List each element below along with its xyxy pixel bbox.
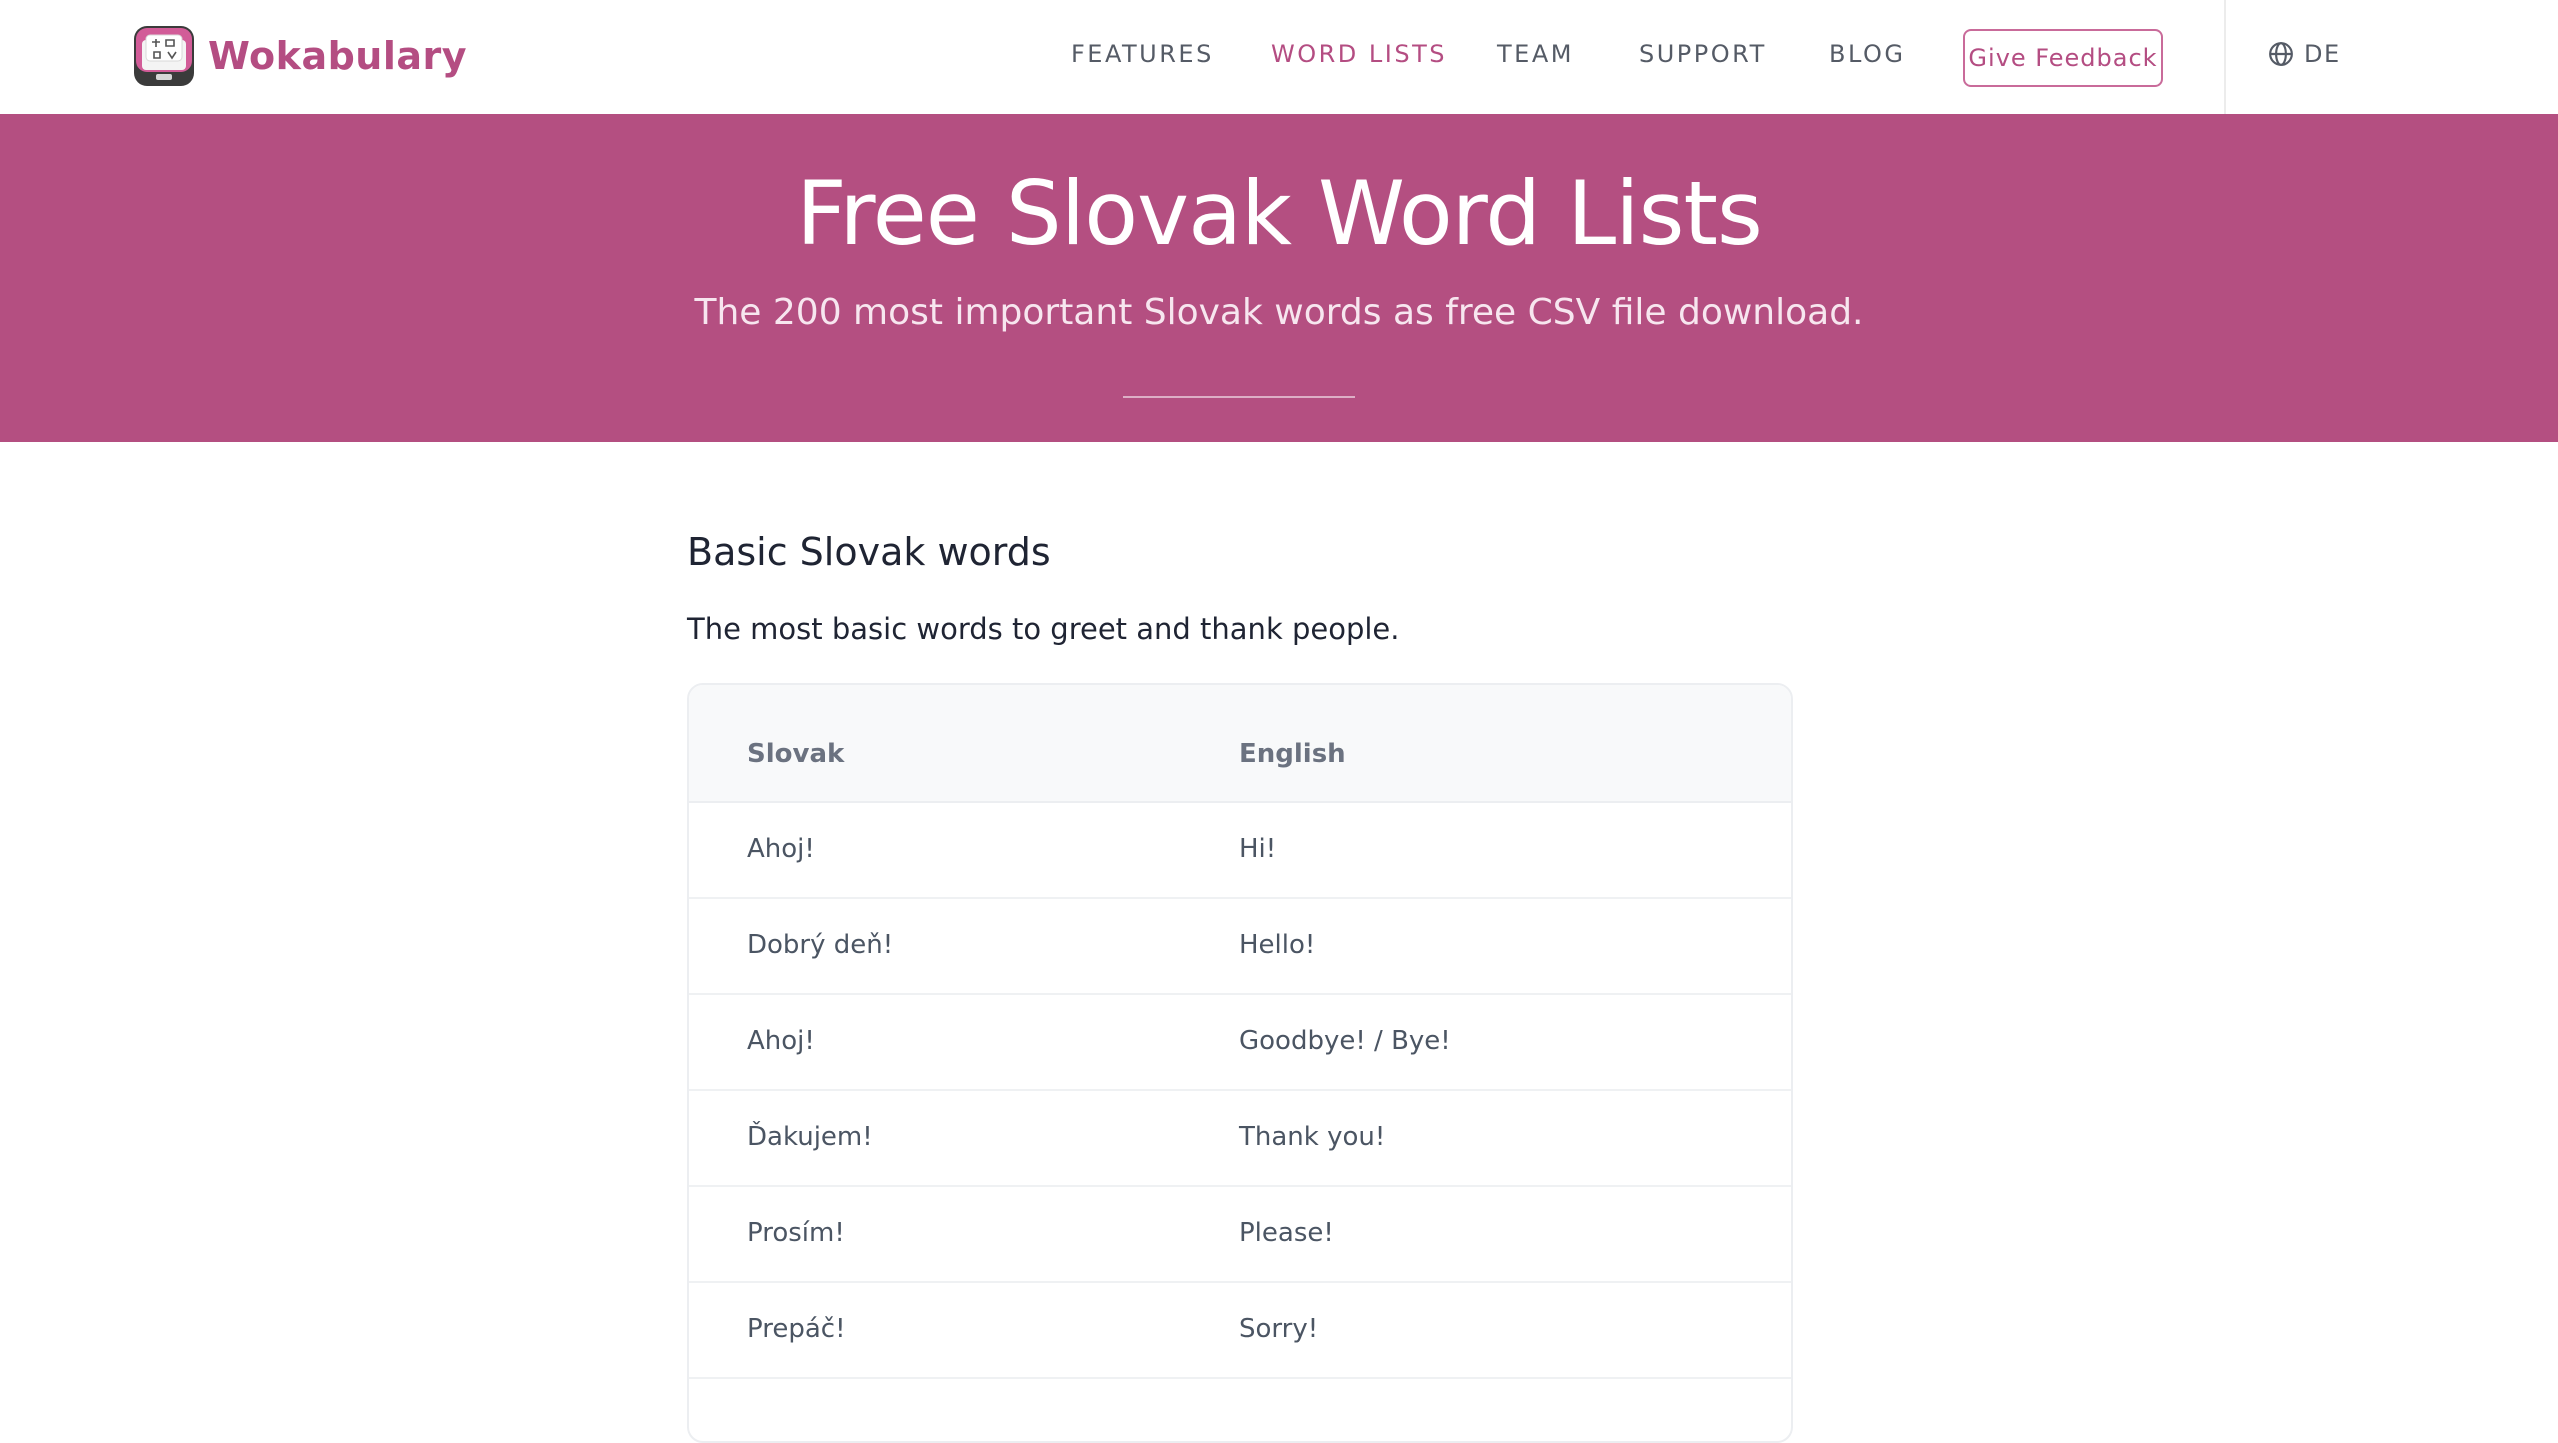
cell-english: Goodbye! / Bye!: [1239, 1026, 1451, 1056]
nav-link-team[interactable]: TEAM: [1497, 40, 1574, 68]
cell-english: Hi!: [1239, 834, 1277, 864]
cell-english: Please!: [1239, 1218, 1334, 1248]
cell-slovak: Prepáč!: [747, 1314, 846, 1344]
nav-link-support[interactable]: SUPPORT: [1639, 40, 1767, 68]
page-title: Free Slovak Word Lists: [796, 162, 1763, 265]
brand-link[interactable]: Wokabulary: [134, 26, 467, 86]
cell-english: Thank you!: [1239, 1122, 1386, 1152]
cell-slovak: Ahoj!: [747, 834, 815, 864]
table-row: Ahoj! Goodbye! / Bye!: [689, 995, 1791, 1091]
cell-english: Hello!: [1239, 930, 1316, 960]
column-header-slovak: Slovak: [747, 739, 845, 769]
section-description: The most basic words to greet and thank …: [687, 612, 1400, 646]
hero-divider: [1123, 396, 1355, 398]
cell-slovak: Dobrý deň!: [747, 930, 894, 960]
globe-icon: [2269, 42, 2293, 66]
table-row: Dobrý deň! Hello!: [689, 899, 1791, 995]
cell-english: Sorry!: [1239, 1314, 1319, 1344]
hero-banner: Free Slovak Word Lists The 200 most impo…: [0, 114, 2558, 442]
brand-name: Wokabulary: [208, 34, 468, 78]
column-header-english: English: [1239, 739, 1346, 769]
page-subtitle: The 200 most important Slovak words as f…: [694, 292, 1864, 333]
table-row: Prosím! Please!: [689, 1187, 1791, 1283]
table-row: Prepáč! Sorry!: [689, 1283, 1791, 1379]
nav-divider: [2224, 0, 2226, 114]
table-row: Ahoj! Hi!: [689, 803, 1791, 899]
language-switcher[interactable]: DE: [2268, 40, 2341, 68]
cell-slovak: Ahoj!: [747, 1026, 815, 1056]
app-logo-icon: [134, 26, 194, 86]
cell-slovak: Prosím!: [747, 1218, 845, 1248]
word-table: Slovak English Ahoj! Hi! Dobrý deň! Hell…: [687, 683, 1793, 1443]
top-navbar: Wokabulary FEATURES WORD LISTS TEAM SUPP…: [0, 0, 2558, 115]
nav-link-blog[interactable]: BLOG: [1829, 40, 1905, 68]
give-feedback-button[interactable]: Give Feedback: [1963, 29, 2163, 87]
table-row: Ďakujem! Thank you!: [689, 1091, 1791, 1187]
nav-link-word-lists[interactable]: WORD LISTS: [1271, 40, 1447, 68]
nav-link-features[interactable]: FEATURES: [1071, 40, 1214, 68]
table-header: Slovak English: [689, 685, 1791, 803]
section-heading: Basic Slovak words: [687, 530, 1051, 574]
language-label: DE: [2304, 40, 2341, 68]
cell-slovak: Ďakujem!: [747, 1122, 873, 1152]
